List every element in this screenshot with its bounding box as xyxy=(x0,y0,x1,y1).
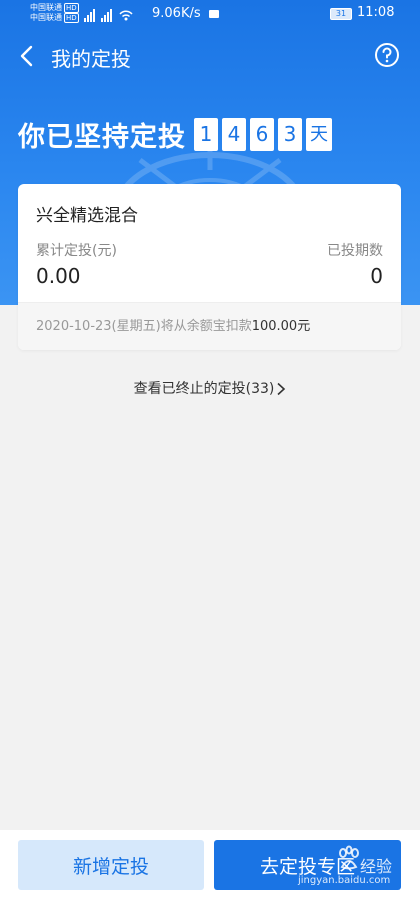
page-title: 我的定投 xyxy=(51,47,131,71)
bottom-action-bar: 新增定投 去定投专区 xyxy=(0,830,420,900)
battery-icon: 31 xyxy=(330,8,352,20)
cumulative-label: 累计定投(元) xyxy=(36,243,117,259)
network-speed: 9.06K/s xyxy=(152,6,201,21)
back-arrow-icon[interactable] xyxy=(14,42,42,70)
periods-value: 0 xyxy=(370,264,383,288)
next-deduction-info: 2020-10-23(星期五)将从余额宝扣款100.00元 xyxy=(18,303,401,350)
fund-name: 兴全精选混合 xyxy=(36,206,138,226)
video-icon xyxy=(209,10,219,18)
plan-zone-button[interactable]: 去定投专区 xyxy=(214,840,401,890)
signal-1-icon xyxy=(84,8,95,22)
investment-plan-card[interactable]: 兴全精选混合 累计定投(元) 已投期数 0.00 0 2020-10-23(星期… xyxy=(18,184,401,350)
cumulative-value: 0.00 xyxy=(36,264,81,288)
hd-badge: HD xyxy=(64,3,79,13)
status-bar: 中国联通 HD 中国联通 HD 9.06K/s 31 11:08 xyxy=(0,0,420,30)
nav-bar: 我的定投 xyxy=(0,36,420,76)
streak-digit: 1 xyxy=(194,118,218,151)
clock: 11:08 xyxy=(357,5,395,20)
carrier-1: 中国联通 xyxy=(30,3,62,12)
next-deduction-amount: 100.00元 xyxy=(251,319,311,334)
periods-label: 已投期数 xyxy=(327,243,383,259)
streak-digit: 3 xyxy=(278,118,302,151)
stopped-plans-link[interactable]: 查看已终止的定投(33) xyxy=(0,378,420,398)
streak-unit: 天 xyxy=(306,118,332,151)
carrier-2: 中国联通 xyxy=(30,13,62,22)
streak-digit: 6 xyxy=(250,118,274,151)
streak-digits: 1 4 6 3 xyxy=(194,118,302,151)
streak-text: 你已坚持定投 xyxy=(18,122,186,153)
signal-icons xyxy=(84,6,134,22)
streak-headline: 你已坚持定投 1 4 6 3 天 xyxy=(18,115,332,154)
streak-digit: 4 xyxy=(222,118,246,151)
wifi-hotspot-icon xyxy=(119,10,133,21)
carrier-info: 中国联通 HD 中国联通 HD xyxy=(30,3,79,23)
stopped-plans-label: 查看已终止的定投(33) xyxy=(133,381,275,397)
question-circle-icon[interactable] xyxy=(374,42,400,68)
hd-badge: HD xyxy=(64,13,79,23)
signal-2-icon xyxy=(101,8,112,22)
next-deduction-text: 2020-10-23(星期五)将从余额宝扣款 xyxy=(36,319,252,334)
add-plan-button[interactable]: 新增定投 xyxy=(18,840,204,890)
app-screen: 中国联通 HD 中国联通 HD 9.06K/s 31 11:08 我的定投 你已… xyxy=(0,0,420,900)
chevron-right-icon xyxy=(277,382,286,396)
